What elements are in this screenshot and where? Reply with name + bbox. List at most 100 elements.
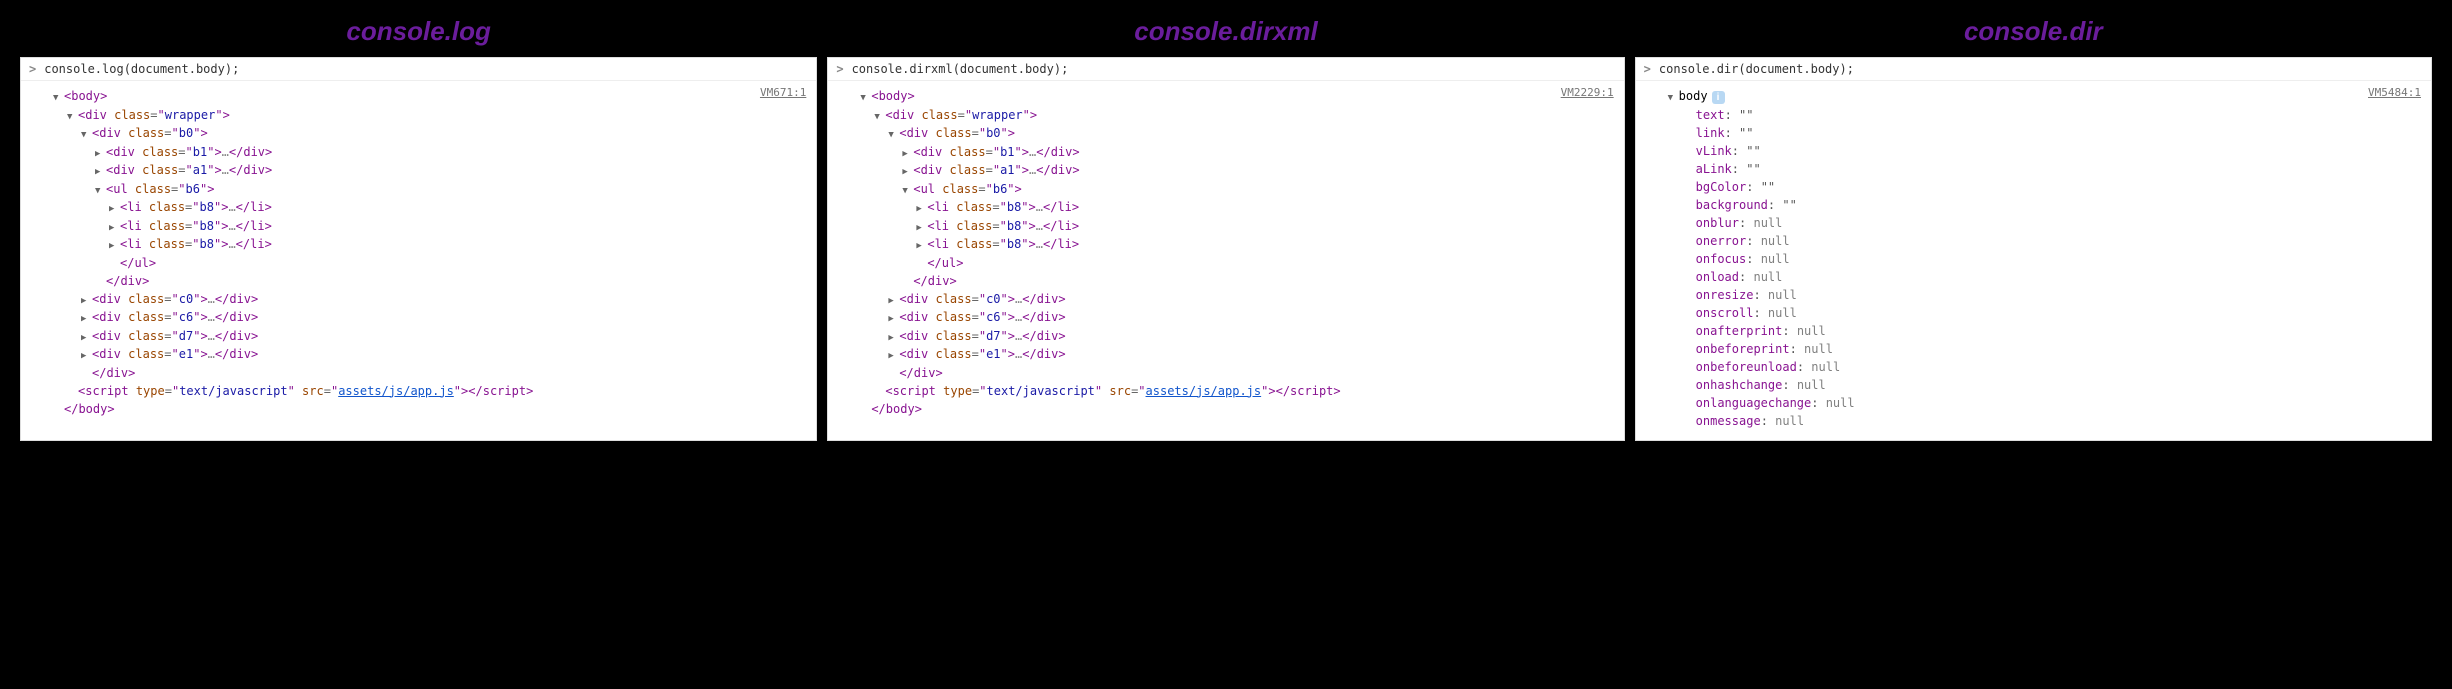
tree-node[interactable]: <div class="b1">…</div> [860,143,1615,162]
object-property[interactable]: vLink: "" [1668,142,2423,160]
console-input-row[interactable]: > console.dir(document.body); [1636,58,2431,81]
tree-node[interactable]: <div class="a1">…</div> [860,161,1615,180]
dom-tree[interactable]: <body><div class="wrapper"><div class="b… [840,87,1615,418]
object-property[interactable]: background: "" [1668,196,2423,214]
tree-node[interactable]: </div> [860,364,1615,382]
disclosure-closed-icon[interactable] [109,217,119,236]
disclosure-open-icon[interactable] [902,180,912,199]
object-property[interactable]: onfocus: null [1668,250,2423,268]
tree-node[interactable]: <div class="b0"> [53,124,808,143]
disclosure-closed-icon[interactable] [902,143,912,162]
object-property[interactable]: text: "" [1668,106,2423,124]
disclosure-closed-icon[interactable] [888,345,898,364]
info-icon[interactable]: i [1712,91,1725,104]
disclosure-closed-icon[interactable] [81,345,91,364]
disclosure-closed-icon[interactable] [916,217,926,236]
tree-node[interactable]: <li class="b8">…</li> [860,235,1615,254]
tree-node[interactable]: </ul> [53,254,808,272]
tree-node[interactable]: <div class="c0">…</div> [860,290,1615,309]
console-input-row[interactable]: > console.log(document.body); [21,58,816,81]
tree-node[interactable]: <body> [860,87,1615,106]
disclosure-open-icon[interactable] [95,180,105,199]
object-root[interactable]: bodyi [1668,87,2423,106]
object-property[interactable]: onlanguagechange: null [1668,394,2423,412]
vm-source-link[interactable]: VM2229:1 [1561,85,1614,102]
object-property[interactable]: onbeforeunload: null [1668,358,2423,376]
object-property-tree[interactable]: bodyitext: ""link: ""vLink: ""aLink: ""b… [1648,87,2423,430]
tree-node[interactable]: <div class="c0">…</div> [53,290,808,309]
tree-node[interactable]: <body> [53,87,808,106]
tree-node[interactable]: <div class="d7">…</div> [860,327,1615,346]
vm-source-link[interactable]: VM5484:1 [2368,85,2421,102]
disclosure-open-icon[interactable] [67,106,77,125]
tree-node[interactable]: <li class="b8">…</li> [860,217,1615,236]
tree-node[interactable]: <div class="wrapper"> [860,106,1615,125]
object-property[interactable]: onhashchange: null [1668,376,2423,394]
tree-node[interactable]: </div> [53,364,808,382]
tree-node[interactable]: <ul class="b6"> [860,180,1615,199]
disclosure-open-icon[interactable] [53,87,63,106]
script-src-link[interactable]: assets/js/app.js [338,384,454,398]
disclosure-closed-icon[interactable] [109,235,119,254]
dom-tree[interactable]: <body><div class="wrapper"><div class="b… [33,87,808,418]
tree-node[interactable]: <li class="b8">…</li> [53,235,808,254]
console-panel: > console.dirxml(document.body); VM2229:… [827,57,1624,441]
object-property[interactable]: onerror: null [1668,232,2423,250]
disclosure-closed-icon[interactable] [888,290,898,309]
object-property[interactable]: aLink: "" [1668,160,2423,178]
object-property[interactable]: link: "" [1668,124,2423,142]
node-content: <li class="b8">…</li> [927,219,1079,233]
tree-node[interactable]: <div class="e1">…</div> [53,345,808,364]
tree-node[interactable]: </div> [860,272,1615,290]
tree-node[interactable]: </ul> [860,254,1615,272]
disclosure-closed-icon[interactable] [109,198,119,217]
disclosure-closed-icon[interactable] [902,161,912,180]
disclosure-closed-icon[interactable] [95,143,105,162]
console-output[interactable]: VM5484:1 bodyitext: ""link: ""vLink: ""a… [1636,81,2431,440]
disclosure-closed-icon[interactable] [95,161,105,180]
tree-node[interactable]: <script type="text/javascript" src="asse… [53,382,808,400]
tree-node[interactable]: </body> [53,400,808,418]
disclosure-closed-icon[interactable] [81,308,91,327]
disclosure-open-icon[interactable] [81,124,91,143]
disclosure-open-icon[interactable] [874,106,884,125]
tree-node[interactable]: <div class="e1">…</div> [860,345,1615,364]
tree-node[interactable]: <div class="b1">…</div> [53,143,808,162]
console-output[interactable]: VM671:1 <body><div class="wrapper"><div … [21,81,816,440]
disclosure-closed-icon[interactable] [888,308,898,327]
object-property[interactable]: onresize: null [1668,286,2423,304]
tree-node[interactable]: <li class="b8">…</li> [860,198,1615,217]
node-content: <li class="b8">…</li> [927,237,1079,251]
tree-node[interactable]: <ul class="b6"> [53,180,808,199]
tree-node[interactable]: <li class="b8">…</li> [53,217,808,236]
disclosure-closed-icon[interactable] [916,198,926,217]
tree-node[interactable]: <div class="a1">…</div> [53,161,808,180]
disclosure-open-icon[interactable] [888,124,898,143]
disclosure-closed-icon[interactable] [888,327,898,346]
object-property[interactable]: onafterprint: null [1668,322,2423,340]
object-property[interactable]: onbeforeprint: null [1668,340,2423,358]
tree-node[interactable]: </body> [860,400,1615,418]
object-property[interactable]: onload: null [1668,268,2423,286]
console-output[interactable]: VM2229:1 <body><div class="wrapper"><div… [828,81,1623,440]
disclosure-closed-icon[interactable] [81,290,91,309]
disclosure-closed-icon[interactable] [81,327,91,346]
tree-node[interactable]: <div class="c6">…</div> [53,308,808,327]
object-property[interactable]: bgColor: "" [1668,178,2423,196]
vm-source-link[interactable]: VM671:1 [760,85,806,102]
script-src-link[interactable]: assets/js/app.js [1146,384,1262,398]
disclosure-closed-icon[interactable] [916,235,926,254]
tree-node[interactable]: <div class="wrapper"> [53,106,808,125]
tree-node[interactable]: <div class="d7">…</div> [53,327,808,346]
disclosure-open-icon[interactable] [1668,87,1678,106]
tree-node[interactable]: <div class="c6">…</div> [860,308,1615,327]
console-input-row[interactable]: > console.dirxml(document.body); [828,58,1623,81]
tree-node[interactable]: <script type="text/javascript" src="asse… [860,382,1615,400]
object-property[interactable]: onblur: null [1668,214,2423,232]
object-property[interactable]: onscroll: null [1668,304,2423,322]
tree-node[interactable]: <div class="b0"> [860,124,1615,143]
disclosure-open-icon[interactable] [860,87,870,106]
tree-node[interactable]: </div> [53,272,808,290]
tree-node[interactable]: <li class="b8">…</li> [53,198,808,217]
object-property[interactable]: onmessage: null [1668,412,2423,430]
